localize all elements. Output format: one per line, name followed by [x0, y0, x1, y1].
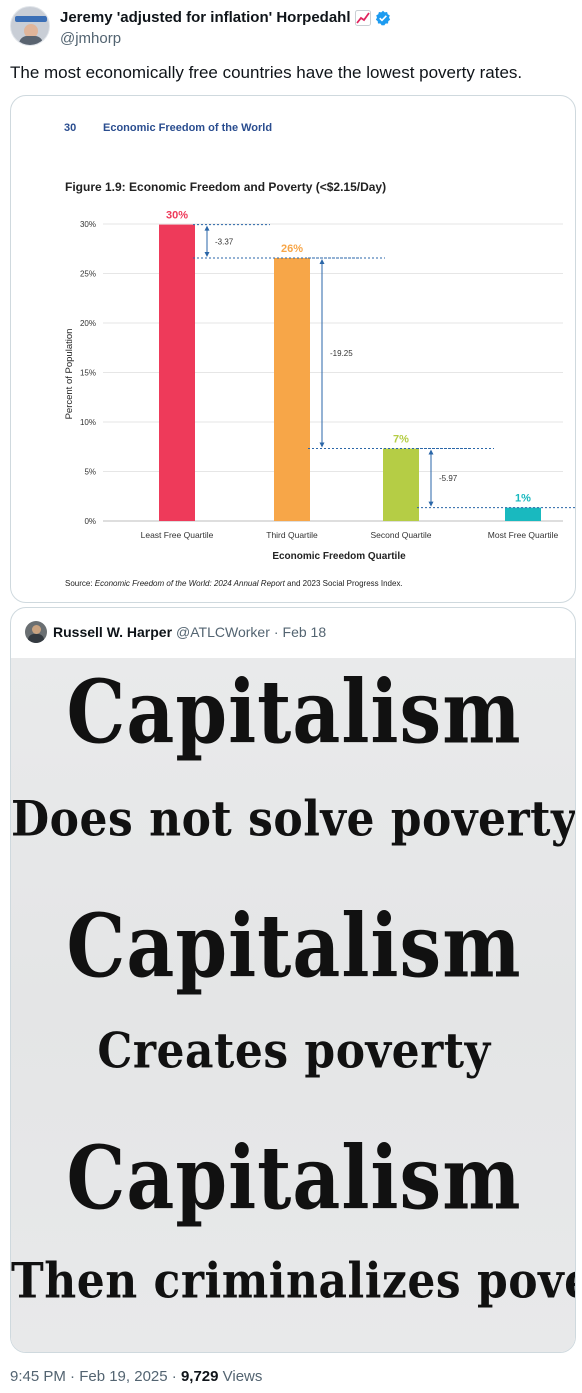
x-tick-label: Second Quartile — [371, 530, 432, 540]
separator-dot: · — [273, 624, 279, 640]
author-display-name[interactable]: Jeremy 'adjusted for inflation' Horpedah… — [60, 9, 351, 26]
image-line-creates-poverty: Creates poverty — [97, 1023, 491, 1080]
quoted-tweet-image[interactable]: Capitalism Does not solve poverty Capita… — [11, 658, 576, 1352]
views-label: Views — [218, 1368, 263, 1385]
bar-value-label: 7% — [393, 434, 409, 446]
author-avatar[interactable] — [10, 6, 50, 46]
chart-increasing-icon — [354, 9, 371, 26]
image-line-capitalism-1: Capitalism — [66, 662, 522, 764]
bar-value-label: 1% — [515, 493, 531, 505]
page-number: 30 — [64, 122, 76, 134]
tweet-meta: 9:45 PM · Feb 19, 2025 · 9,729 Views — [10, 1368, 262, 1385]
tweet-header: Jeremy 'adjusted for inflation' Horpedah… — [10, 6, 570, 54]
y-tick-label: 0% — [84, 517, 96, 526]
tweet-text: The most economically free countries hav… — [10, 63, 523, 82]
image-line-criminalizes: Then criminalizes poverty — [11, 1253, 575, 1310]
source-suffix: and 2023 Social Progress Index. — [285, 579, 403, 588]
quoted-author-row: Russell W. Harper @ATLCWorker · Feb 18 — [53, 624, 326, 640]
economic-freedom-chart: 30 Economic Freedom of the World Figure … — [64, 122, 575, 588]
arrow-head — [204, 225, 210, 231]
arrow-head — [319, 442, 325, 448]
tweet-timestamp[interactable]: 9:45 PM · Feb 19, 2025 · — [10, 1368, 181, 1385]
difference-label: -19.25 — [330, 349, 353, 358]
views-count: 9,729 — [180, 1368, 219, 1385]
x-tick-labels: Least Free Quartile Third Quartile Second … — [141, 530, 559, 540]
x-tick-label: Third Quartile — [266, 530, 318, 540]
arrow-head — [204, 251, 210, 257]
y-tick-label: 15% — [80, 369, 96, 378]
y-tick-label: 20% — [80, 319, 96, 328]
y-tick-label: 10% — [80, 418, 96, 427]
bar — [159, 224, 195, 521]
chart-image-card[interactable]: 30 Economic Freedom of the World Figure … — [10, 95, 576, 603]
difference-label: -3.37 — [215, 237, 234, 246]
verified-badge-icon — [375, 10, 390, 25]
y-tick-label: 30% — [80, 220, 96, 229]
arrow-head — [428, 501, 434, 507]
y-tick-label: 5% — [84, 468, 96, 477]
bars: 30% 26% 7% 1% — [159, 210, 541, 521]
chart-source-note: Source: Economic Freedom of the World: 2… — [65, 579, 403, 588]
author-name-row: Jeremy 'adjusted for inflation' Horpedah… — [60, 9, 391, 26]
quoted-author-avatar[interactable] — [25, 621, 47, 643]
quoted-tweet-date[interactable]: Feb 18 — [283, 624, 327, 640]
quoted-tweet-card[interactable]: Russell W. Harper @ATLCWorker · Feb 18 C… — [10, 607, 576, 1353]
image-line-does-not-solve: Does not solve poverty — [11, 791, 576, 848]
bar — [505, 507, 541, 521]
image-line-capitalism-3: Capitalism — [66, 1128, 522, 1230]
source-prefix: Source: — [65, 579, 95, 588]
running-header: Economic Freedom of the World — [103, 122, 272, 134]
x-tick-label: Least Free Quartile — [141, 530, 214, 540]
x-tick-label: Most Free Quartile — [488, 530, 559, 540]
arrow-head — [319, 258, 325, 264]
bar-value-label: 26% — [281, 243, 303, 255]
quoted-author-name[interactable]: Russell W. Harper — [53, 624, 172, 640]
arrow-head — [428, 449, 434, 455]
bar-value-label: 30% — [166, 210, 188, 222]
quoted-author-handle[interactable]: @ATLCWorker — [176, 624, 270, 640]
bar — [383, 448, 419, 521]
chart-title: Figure 1.9: Economic Freedom and Poverty… — [65, 180, 386, 194]
author-handle[interactable]: @jmhorp — [60, 30, 121, 47]
y-tick-label: 25% — [80, 270, 96, 279]
y-axis-label: Percent of Population — [64, 329, 75, 420]
difference-label: -5.97 — [439, 474, 458, 483]
y-tick-labels: 0% 5% 10% 15% 20% 25% 30% — [80, 220, 96, 526]
x-axis-label: Economic Freedom Quartile — [272, 551, 406, 562]
source-report-name: Economic Freedom of the World: 2024 Annu… — [95, 579, 286, 588]
image-line-capitalism-2: Capitalism — [66, 896, 522, 998]
bar — [274, 257, 310, 521]
